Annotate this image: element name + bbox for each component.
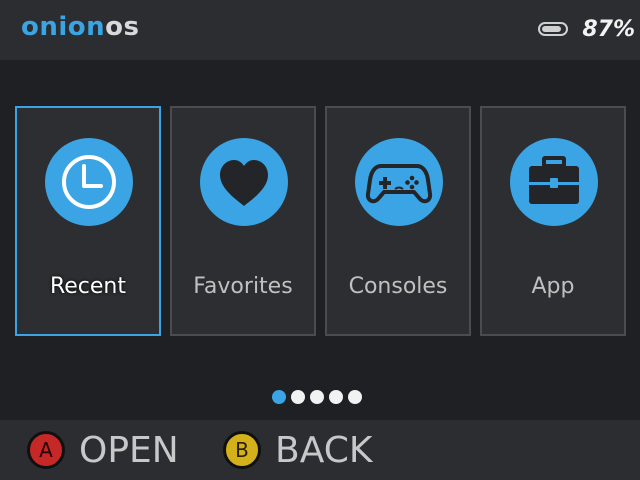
bottom-bar: A OPEN B BACK	[0, 420, 640, 480]
open-label: OPEN	[79, 430, 179, 471]
menu-item-label: Recent	[49, 274, 127, 299]
battery-icon	[538, 22, 568, 36]
page-dot	[348, 390, 362, 404]
heart-icon	[200, 138, 288, 226]
page-dot	[291, 390, 305, 404]
menu-item-label: Consoles	[348, 274, 448, 299]
page-indicator	[272, 390, 362, 404]
back-hint[interactable]: B BACK	[223, 429, 393, 471]
menu-item-apps[interactable]: App	[480, 106, 626, 336]
menu-item-label: App	[531, 274, 575, 299]
a-button-icon: A	[27, 431, 65, 469]
page-dot	[272, 390, 286, 404]
page-dot	[310, 390, 324, 404]
logo-part-onion: onion	[21, 12, 106, 42]
menu-item-favorites[interactable]: Favorites	[170, 106, 316, 336]
menu-item-label: Favorites	[193, 274, 293, 299]
battery-percentage: 87%	[582, 17, 635, 42]
back-label: BACK	[275, 430, 373, 471]
open-hint[interactable]: A OPEN	[27, 429, 197, 471]
toolbox-icon	[510, 138, 598, 226]
menu-item-consoles[interactable]: Consoles	[325, 106, 471, 336]
menu-item-recent[interactable]: Recent	[15, 106, 161, 336]
clock-icon	[45, 138, 133, 226]
gamepad-icon	[355, 138, 443, 226]
logo-part-os: os	[105, 12, 140, 42]
battery-fill	[542, 26, 562, 32]
app-logo: onionos	[21, 12, 140, 42]
top-bar: onionos 87%	[0, 0, 640, 60]
page-dot	[329, 390, 343, 404]
b-button-icon: B	[223, 431, 261, 469]
